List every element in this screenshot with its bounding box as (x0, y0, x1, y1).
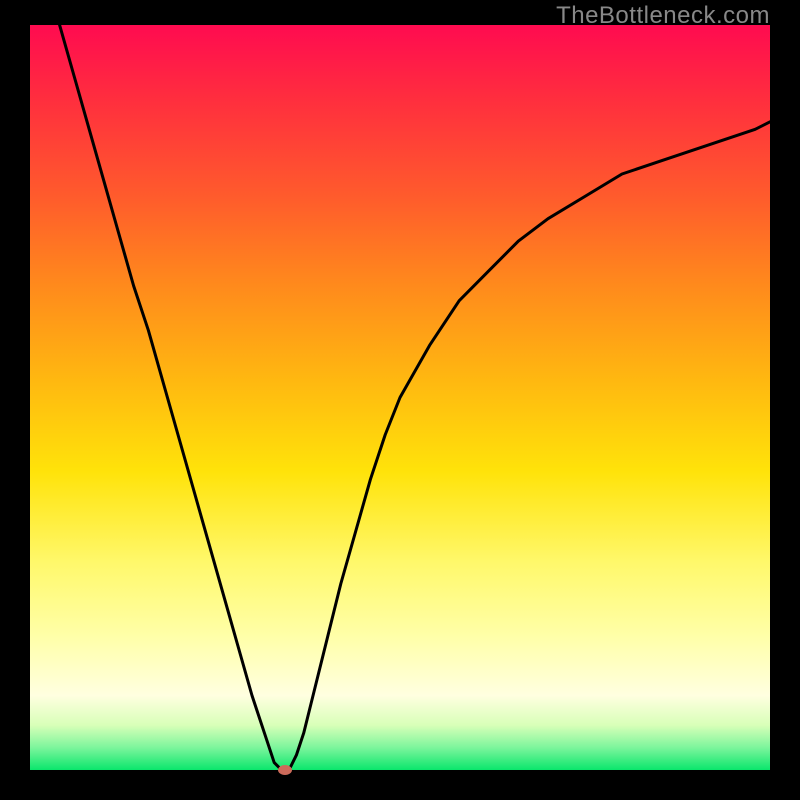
right-branch-line (289, 122, 770, 770)
watermark-text: TheBottleneck.com (556, 2, 770, 30)
left-branch-line (60, 25, 282, 770)
chart-frame: TheBottleneck.com (0, 0, 800, 800)
curve-svg (30, 25, 770, 770)
plot-area (30, 25, 770, 770)
minimum-marker (278, 765, 292, 775)
